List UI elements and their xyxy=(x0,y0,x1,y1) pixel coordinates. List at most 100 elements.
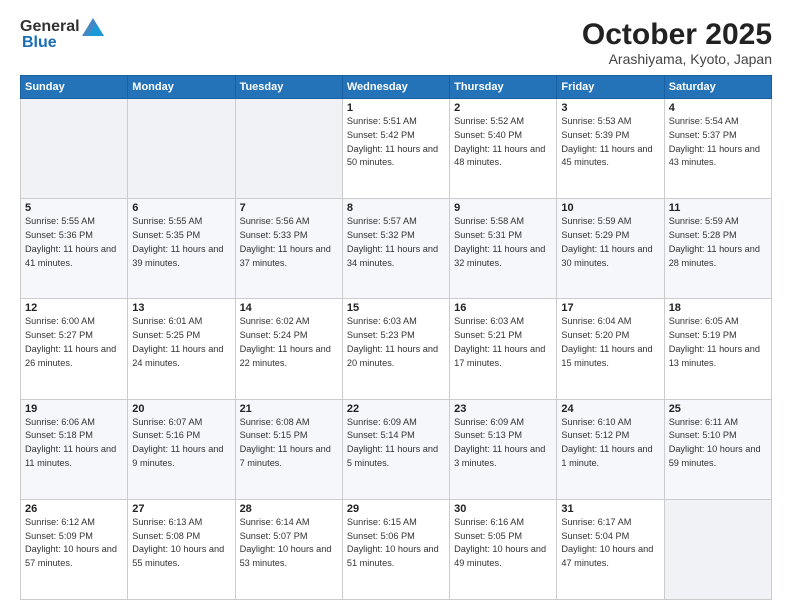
day-number: 30 xyxy=(454,503,552,515)
calendar-cell xyxy=(664,499,771,599)
day-info: Sunrise: 6:06 AM Sunset: 5:18 PM Dayligh… xyxy=(25,416,123,471)
day-number: 28 xyxy=(240,503,338,515)
day-number: 25 xyxy=(669,403,767,415)
calendar-cell: 13Sunrise: 6:01 AM Sunset: 5:25 PM Dayli… xyxy=(128,299,235,399)
day-info: Sunrise: 6:03 AM Sunset: 5:23 PM Dayligh… xyxy=(347,315,445,370)
calendar-cell: 27Sunrise: 6:13 AM Sunset: 5:08 PM Dayli… xyxy=(128,499,235,599)
day-info: Sunrise: 5:53 AM Sunset: 5:39 PM Dayligh… xyxy=(561,115,659,170)
day-number: 8 xyxy=(347,202,445,214)
weekday-header-sunday: Sunday xyxy=(21,76,128,99)
day-info: Sunrise: 6:11 AM Sunset: 5:10 PM Dayligh… xyxy=(669,416,767,471)
calendar-cell: 18Sunrise: 6:05 AM Sunset: 5:19 PM Dayli… xyxy=(664,299,771,399)
day-info: Sunrise: 6:03 AM Sunset: 5:21 PM Dayligh… xyxy=(454,315,552,370)
weekday-header-thursday: Thursday xyxy=(450,76,557,99)
day-number: 17 xyxy=(561,302,659,314)
calendar-cell xyxy=(128,99,235,199)
calendar-cell: 17Sunrise: 6:04 AM Sunset: 5:20 PM Dayli… xyxy=(557,299,664,399)
page: General Blue October 2025 Arashiyama, Ky… xyxy=(0,0,792,612)
day-info: Sunrise: 6:04 AM Sunset: 5:20 PM Dayligh… xyxy=(561,315,659,370)
calendar-cell: 9Sunrise: 5:58 AM Sunset: 5:31 PM Daylig… xyxy=(450,199,557,299)
day-number: 11 xyxy=(669,202,767,214)
day-info: Sunrise: 5:59 AM Sunset: 5:28 PM Dayligh… xyxy=(669,215,767,270)
week-row-5: 26Sunrise: 6:12 AM Sunset: 5:09 PM Dayli… xyxy=(21,499,772,599)
day-info: Sunrise: 6:08 AM Sunset: 5:15 PM Dayligh… xyxy=(240,416,338,471)
day-info: Sunrise: 6:09 AM Sunset: 5:13 PM Dayligh… xyxy=(454,416,552,471)
day-number: 20 xyxy=(132,403,230,415)
day-info: Sunrise: 5:59 AM Sunset: 5:29 PM Dayligh… xyxy=(561,215,659,270)
calendar-cell: 15Sunrise: 6:03 AM Sunset: 5:23 PM Dayli… xyxy=(342,299,449,399)
day-number: 14 xyxy=(240,302,338,314)
day-info: Sunrise: 6:00 AM Sunset: 5:27 PM Dayligh… xyxy=(25,315,123,370)
location: Arashiyama, Kyoto, Japan xyxy=(582,51,772,67)
day-info: Sunrise: 5:54 AM Sunset: 5:37 PM Dayligh… xyxy=(669,115,767,170)
week-row-4: 19Sunrise: 6:06 AM Sunset: 5:18 PM Dayli… xyxy=(21,399,772,499)
day-number: 15 xyxy=(347,302,445,314)
calendar-cell: 24Sunrise: 6:10 AM Sunset: 5:12 PM Dayli… xyxy=(557,399,664,499)
day-number: 13 xyxy=(132,302,230,314)
logo: General Blue xyxy=(20,18,104,52)
day-info: Sunrise: 6:16 AM Sunset: 5:05 PM Dayligh… xyxy=(454,516,552,571)
day-info: Sunrise: 6:17 AM Sunset: 5:04 PM Dayligh… xyxy=(561,516,659,571)
day-info: Sunrise: 5:51 AM Sunset: 5:42 PM Dayligh… xyxy=(347,115,445,170)
day-number: 6 xyxy=(132,202,230,214)
day-info: Sunrise: 5:55 AM Sunset: 5:36 PM Dayligh… xyxy=(25,215,123,270)
calendar-cell: 26Sunrise: 6:12 AM Sunset: 5:09 PM Dayli… xyxy=(21,499,128,599)
weekday-header-row: SundayMondayTuesdayWednesdayThursdayFrid… xyxy=(21,76,772,99)
day-info: Sunrise: 6:02 AM Sunset: 5:24 PM Dayligh… xyxy=(240,315,338,370)
day-info: Sunrise: 5:57 AM Sunset: 5:32 PM Dayligh… xyxy=(347,215,445,270)
weekday-header-wednesday: Wednesday xyxy=(342,76,449,99)
calendar-cell: 4Sunrise: 5:54 AM Sunset: 5:37 PM Daylig… xyxy=(664,99,771,199)
day-info: Sunrise: 5:55 AM Sunset: 5:35 PM Dayligh… xyxy=(132,215,230,270)
calendar-cell: 14Sunrise: 6:02 AM Sunset: 5:24 PM Dayli… xyxy=(235,299,342,399)
day-number: 19 xyxy=(25,403,123,415)
calendar-cell: 19Sunrise: 6:06 AM Sunset: 5:18 PM Dayli… xyxy=(21,399,128,499)
logo-blue-text: Blue xyxy=(22,34,57,52)
calendar-cell: 30Sunrise: 6:16 AM Sunset: 5:05 PM Dayli… xyxy=(450,499,557,599)
calendar-cell: 31Sunrise: 6:17 AM Sunset: 5:04 PM Dayli… xyxy=(557,499,664,599)
calendar-cell: 12Sunrise: 6:00 AM Sunset: 5:27 PM Dayli… xyxy=(21,299,128,399)
day-info: Sunrise: 6:14 AM Sunset: 5:07 PM Dayligh… xyxy=(240,516,338,571)
day-number: 24 xyxy=(561,403,659,415)
day-info: Sunrise: 6:13 AM Sunset: 5:08 PM Dayligh… xyxy=(132,516,230,571)
calendar-cell xyxy=(21,99,128,199)
day-number: 26 xyxy=(25,503,123,515)
day-number: 3 xyxy=(561,102,659,114)
calendar-cell: 20Sunrise: 6:07 AM Sunset: 5:16 PM Dayli… xyxy=(128,399,235,499)
day-number: 27 xyxy=(132,503,230,515)
calendar-cell: 8Sunrise: 5:57 AM Sunset: 5:32 PM Daylig… xyxy=(342,199,449,299)
day-info: Sunrise: 6:12 AM Sunset: 5:09 PM Dayligh… xyxy=(25,516,123,571)
day-info: Sunrise: 5:52 AM Sunset: 5:40 PM Dayligh… xyxy=(454,115,552,170)
day-number: 18 xyxy=(669,302,767,314)
calendar-cell: 29Sunrise: 6:15 AM Sunset: 5:06 PM Dayli… xyxy=(342,499,449,599)
day-info: Sunrise: 6:09 AM Sunset: 5:14 PM Dayligh… xyxy=(347,416,445,471)
calendar-cell: 28Sunrise: 6:14 AM Sunset: 5:07 PM Dayli… xyxy=(235,499,342,599)
calendar-cell: 22Sunrise: 6:09 AM Sunset: 5:14 PM Dayli… xyxy=(342,399,449,499)
day-number: 22 xyxy=(347,403,445,415)
title-block: October 2025 Arashiyama, Kyoto, Japan xyxy=(582,18,772,67)
day-number: 29 xyxy=(347,503,445,515)
calendar-cell: 23Sunrise: 6:09 AM Sunset: 5:13 PM Dayli… xyxy=(450,399,557,499)
calendar-cell: 1Sunrise: 5:51 AM Sunset: 5:42 PM Daylig… xyxy=(342,99,449,199)
day-info: Sunrise: 6:15 AM Sunset: 5:06 PM Dayligh… xyxy=(347,516,445,571)
month-title: October 2025 xyxy=(582,18,772,51)
day-number: 9 xyxy=(454,202,552,214)
weekday-header-monday: Monday xyxy=(128,76,235,99)
calendar-cell: 5Sunrise: 5:55 AM Sunset: 5:36 PM Daylig… xyxy=(21,199,128,299)
week-row-2: 5Sunrise: 5:55 AM Sunset: 5:36 PM Daylig… xyxy=(21,199,772,299)
day-info: Sunrise: 6:07 AM Sunset: 5:16 PM Dayligh… xyxy=(132,416,230,471)
day-number: 21 xyxy=(240,403,338,415)
weekday-header-friday: Friday xyxy=(557,76,664,99)
day-info: Sunrise: 6:05 AM Sunset: 5:19 PM Dayligh… xyxy=(669,315,767,370)
calendar-cell xyxy=(235,99,342,199)
calendar: SundayMondayTuesdayWednesdayThursdayFrid… xyxy=(20,75,772,600)
calendar-cell: 21Sunrise: 6:08 AM Sunset: 5:15 PM Dayli… xyxy=(235,399,342,499)
week-row-3: 12Sunrise: 6:00 AM Sunset: 5:27 PM Dayli… xyxy=(21,299,772,399)
calendar-cell: 11Sunrise: 5:59 AM Sunset: 5:28 PM Dayli… xyxy=(664,199,771,299)
header: General Blue October 2025 Arashiyama, Ky… xyxy=(20,18,772,67)
week-row-1: 1Sunrise: 5:51 AM Sunset: 5:42 PM Daylig… xyxy=(21,99,772,199)
day-number: 31 xyxy=(561,503,659,515)
day-info: Sunrise: 5:56 AM Sunset: 5:33 PM Dayligh… xyxy=(240,215,338,270)
day-number: 23 xyxy=(454,403,552,415)
day-number: 10 xyxy=(561,202,659,214)
day-number: 1 xyxy=(347,102,445,114)
